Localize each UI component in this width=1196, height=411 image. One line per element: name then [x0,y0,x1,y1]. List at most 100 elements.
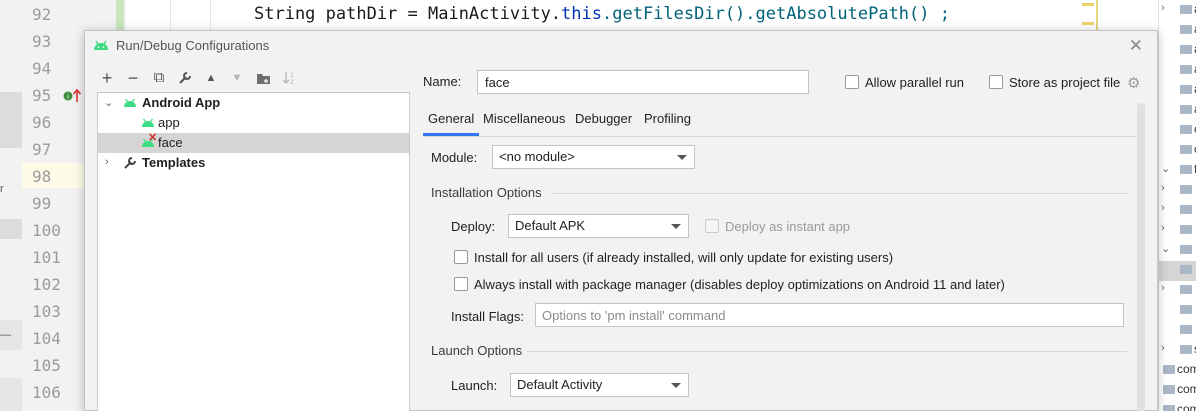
project-tree-row[interactable]: ⌄ f [1159,160,1196,180]
install-all-users-label: Install for all users (if already instal… [474,250,894,265]
move-down-button[interactable]: ▼ [227,67,247,89]
chevron-right-icon[interactable]: › [1161,342,1165,354]
folder-icon [1180,165,1192,174]
project-tree-row[interactable]: › [1159,200,1196,220]
tab-profiling[interactable]: Profiling [644,111,691,126]
tab-debugger[interactable]: Debugger [575,111,632,126]
deploy-label: Deploy: [451,219,496,234]
gear-icon[interactable]: ⚙ [1127,74,1140,92]
name-field[interactable] [477,70,809,94]
chevron-right-icon[interactable]: › [1161,202,1165,214]
tree-node-face[interactable]: ✕ face [98,133,409,153]
project-tree-row[interactable]: a [1159,20,1196,40]
project-tree-row[interactable]: a [1159,100,1196,120]
project-tree-row[interactable]: a [1159,80,1196,100]
tree-node-app[interactable]: app [98,113,409,133]
copy-config-button[interactable]: ⧉ [149,67,169,89]
chevron-right-icon[interactable]: › [1161,2,1165,14]
folder-icon [1180,45,1192,54]
tree-node-android-app[interactable]: ⌄ Android App [98,93,409,113]
module-value: <no module> [499,149,575,164]
code-line: String pathDir = MainActivity.this.getFi… [254,4,950,24]
chevron-down-icon [677,155,687,160]
chevron-right-icon[interactable]: › [1161,282,1165,294]
override-gutter-icon[interactable]: i [63,88,85,104]
folder-icon [1180,345,1192,354]
chevron-right-icon[interactable]: › [1161,222,1165,234]
tab-general[interactable]: General [428,111,474,126]
project-tree-panel: ›aaaaaacc⌄f›››⌄››scomcomcom [1158,0,1196,411]
left-strip-block [0,219,22,239]
line-number: 100 [32,221,61,240]
project-tree-row[interactable]: › [1159,220,1196,240]
line-number: 104 [32,329,61,348]
close-button[interactable]: ✕ [1129,37,1143,54]
edit-templates-button[interactable] [175,67,195,89]
project-tree-row[interactable]: › [1159,180,1196,200]
chevron-down-icon [671,383,681,388]
project-tree-row[interactable]: com [1159,360,1196,380]
project-tree-row[interactable]: ›s [1159,340,1196,360]
project-tree-row[interactable]: ›a [1159,0,1196,20]
line-number: 98 [32,167,52,186]
chevron-right-icon[interactable]: › [105,156,109,168]
wrench-icon [124,157,136,169]
settings-scrollbar[interactable] [1137,103,1145,411]
line-number: 96 [32,113,52,132]
chevron-down-icon[interactable]: ⌄ [104,96,113,109]
module-dropdown[interactable]: <no module> [492,145,695,169]
code-token: .getFilesDir().getAbsolutePath() ; [602,4,950,24]
deploy-dropdown[interactable]: Default APK [508,214,689,238]
project-tree-row[interactable]: › [1159,280,1196,300]
tab-miscellaneous[interactable]: Miscellaneous [483,111,565,126]
store-as-project-file-label: Store as project file [1009,75,1121,90]
project-tree-row[interactable] [1159,320,1196,340]
allow-parallel-run-checkbox[interactable] [845,75,859,89]
project-tree-row[interactable] [1159,260,1196,280]
remove-config-button[interactable]: − [123,67,143,89]
deploy-instant-app-label: Deploy as instant app [725,219,851,234]
line-number: 106 [32,383,61,402]
line-number: 97 [32,140,52,159]
store-as-project-file-checkbox[interactable] [989,75,1003,89]
project-tree-row[interactable] [1159,300,1196,320]
project-tree-row[interactable]: c [1159,120,1196,140]
project-tree-row[interactable]: a [1159,60,1196,80]
project-panel-edge: r — [0,0,22,411]
tree-node-templates[interactable]: › Templates [98,153,409,173]
launch-dropdown[interactable]: Default Activity [510,373,689,397]
deploy-instant-app-checkbox[interactable] [705,219,719,233]
warning-marker [1082,22,1094,25]
add-config-button[interactable]: + [97,67,117,89]
android-icon [94,40,108,50]
code-editor[interactable]: String pathDir = MainActivity.this.getFi… [126,0,1158,30]
always-install-pm-checkbox[interactable] [454,277,468,291]
folder-icon [1180,205,1192,214]
folder-icon [1180,5,1192,14]
launch-value: Default Activity [517,377,603,392]
chevron-right-icon[interactable]: › [1161,182,1165,194]
new-folder-button[interactable] [253,67,273,89]
name-label: Name: [423,74,462,89]
launch-options-header: Launch Options [431,343,523,358]
folder-icon [1180,145,1192,154]
chevron-down-icon[interactable]: ⌄ [1161,162,1170,175]
line-number: 93 [32,32,52,51]
move-up-button[interactable]: ▲ [201,67,221,89]
install-flags-field[interactable] [535,303,1124,327]
sort-button[interactable]: 12 [279,67,299,89]
project-tree-row[interactable]: a [1159,40,1196,60]
chevron-down-icon[interactable]: ⌄ [1161,242,1170,255]
folder-icon [1180,305,1192,314]
project-tree-row[interactable]: com [1159,380,1196,400]
install-all-users-checkbox[interactable] [454,250,468,264]
project-tree-row[interactable]: com [1159,400,1196,411]
left-strip-block [0,378,22,411]
install-flags-label: Install Flags: [451,309,524,324]
error-icon: ✕ [148,132,158,144]
dialog-titlebar[interactable]: Run/Debug Configurations ✕ [85,31,1157,61]
project-tree-row[interactable]: c [1159,140,1196,160]
project-tree-row[interactable]: ⌄ [1159,240,1196,260]
warning-marker [1082,3,1094,6]
folder-icon [1180,325,1192,334]
